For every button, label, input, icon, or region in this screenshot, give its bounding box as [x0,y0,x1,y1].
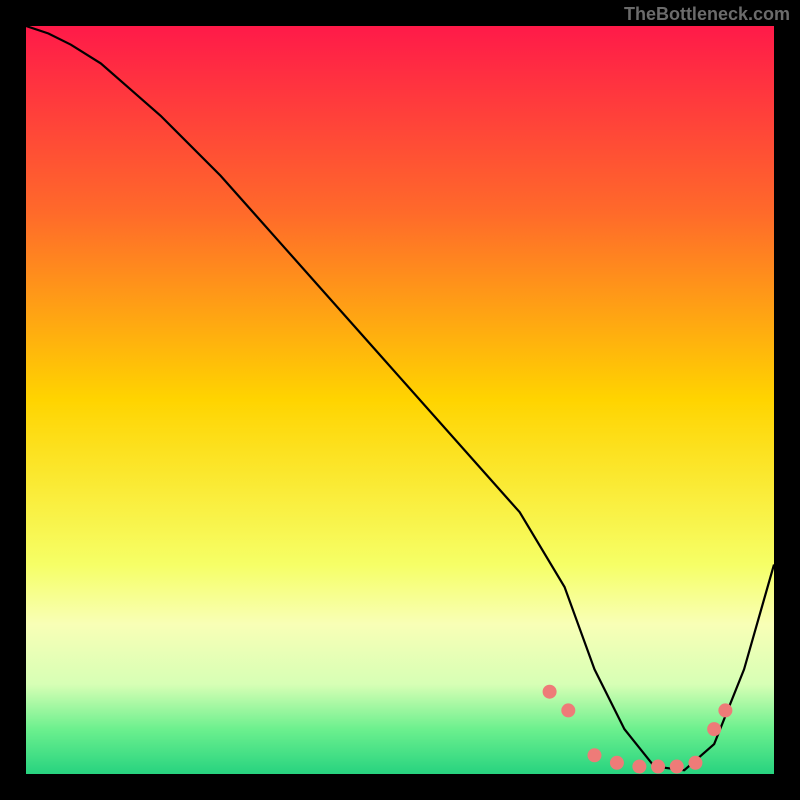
marker-dot [688,756,702,770]
watermark-text: TheBottleneck.com [624,4,790,25]
marker-dot [651,760,665,774]
marker-dot [670,760,684,774]
marker-dot [610,756,624,770]
marker-group [543,685,733,774]
marker-dot [718,703,732,717]
marker-dot [632,760,646,774]
chart-container: TheBottleneck.com [0,0,800,800]
marker-dot [543,685,557,699]
chart-overlay [26,26,774,774]
main-curve [26,26,774,770]
marker-dot [707,722,721,736]
marker-dot [587,748,601,762]
marker-dot [561,703,575,717]
